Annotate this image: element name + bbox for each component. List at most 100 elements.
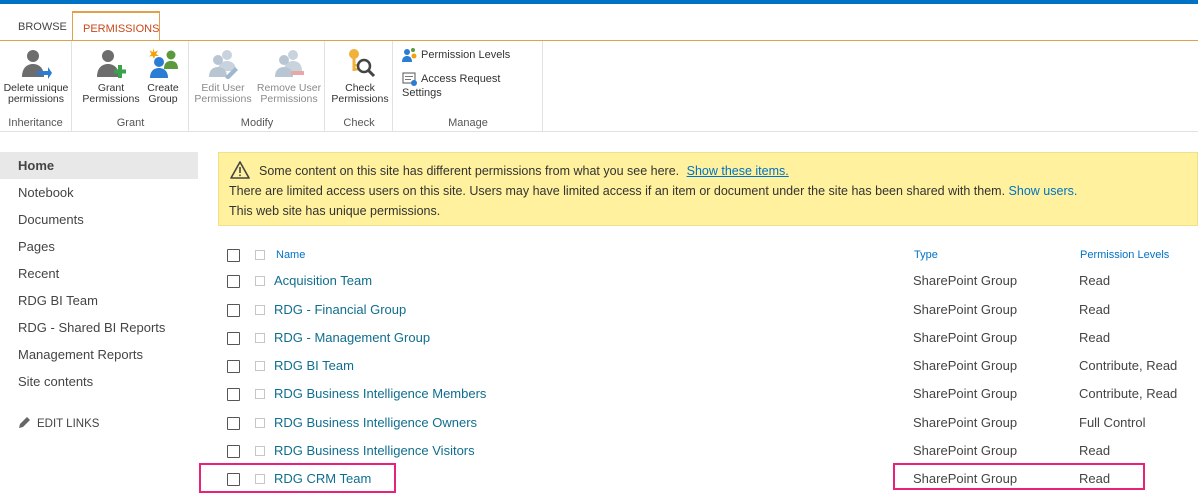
nav-item-home[interactable]: Home — [0, 152, 198, 179]
check-permissions-button[interactable]: Check Permissions — [329, 47, 391, 105]
edit-user-permissions-button[interactable]: Edit User Permissions — [194, 47, 252, 105]
permission-levels-button[interactable]: Permission Levels — [402, 47, 510, 63]
edit-user-label-2: Permissions — [194, 93, 252, 105]
table-header: Name Type Permission Levels — [218, 244, 1198, 266]
nav-item-rdg-shared-bi-reports[interactable]: RDG - Shared BI Reports — [0, 314, 198, 341]
row-checkbox[interactable] — [227, 388, 240, 401]
delete-unique-label-2: permissions — [7, 93, 65, 105]
ribbon-group-inheritance: Delete unique permissions Inheritance — [0, 41, 72, 131]
group-label-modify: Modify — [240, 117, 274, 129]
group-label-manage: Manage — [448, 117, 488, 129]
show-users-link[interactable]: Show users. — [1009, 184, 1078, 198]
banner-line-2-text: There are limited access users on this s… — [229, 184, 1006, 198]
group-type: SharePoint Group — [913, 471, 1018, 486]
row-checkbox[interactable] — [227, 275, 240, 288]
row-checkbox[interactable] — [227, 304, 240, 317]
row-item-checkbox[interactable] — [255, 474, 265, 484]
group-name-link[interactable]: RDG BI Team — [274, 358, 354, 373]
table-row: RDG BI Team SharePoint Group Contribute,… — [218, 351, 1198, 379]
create-label-2: Group — [148, 93, 178, 105]
group-name-link[interactable]: RDG CRM Team — [274, 471, 371, 486]
table-row: RDG - Management Group SharePoint Group … — [218, 323, 1198, 351]
access-request-settings-icon — [402, 72, 417, 86]
table-row: RDG Business Intelligence Visitors Share… — [218, 436, 1198, 464]
row-checkbox[interactable] — [227, 417, 240, 430]
delete-unique-permissions-button[interactable]: Delete unique permissions — [2, 47, 70, 105]
column-header-permission-levels[interactable]: Permission Levels — [1080, 249, 1169, 261]
table-row: RDG Business Intelligence Owners SharePo… — [218, 408, 1198, 436]
banner-line-1: Some content on this site has different … — [259, 164, 789, 178]
group-name-link[interactable]: RDG Business Intelligence Owners — [274, 415, 477, 430]
row-item-checkbox[interactable] — [255, 333, 265, 343]
group-name-link[interactable]: RDG Business Intelligence Members — [274, 386, 486, 401]
row-item-checkbox[interactable] — [255, 361, 265, 371]
header-item-checkbox[interactable] — [255, 250, 265, 260]
nav-item-site-contents[interactable]: Site contents — [0, 368, 198, 395]
column-header-name[interactable]: Name — [276, 249, 305, 261]
show-these-items-link[interactable]: Show these items. — [687, 164, 789, 178]
grant-permissions-button[interactable]: Grant Permissions — [81, 47, 141, 105]
nav-item-rdg-bi-team[interactable]: RDG BI Team — [0, 287, 198, 314]
row-item-checkbox[interactable] — [255, 389, 265, 399]
nav-item-documents[interactable]: Documents — [0, 206, 198, 233]
select-all-checkbox[interactable] — [227, 249, 240, 262]
banner-line-1-text: Some content on this site has different … — [259, 164, 680, 178]
remove-user-permissions-icon — [275, 50, 304, 77]
edit-links-button[interactable]: EDIT LINKS — [18, 416, 99, 430]
nav-item-notebook[interactable]: Notebook — [0, 179, 198, 206]
tab-browse[interactable]: BROWSE — [8, 11, 77, 41]
grant-label-2: Permissions — [82, 93, 140, 105]
nav-item-recent[interactable]: Recent — [0, 260, 198, 287]
group-permission: Read — [1079, 330, 1111, 345]
group-permission: Read — [1079, 273, 1111, 288]
delete-permissions-icon — [22, 50, 52, 79]
group-type: SharePoint Group — [913, 386, 1018, 401]
group-permission: Full Control — [1079, 415, 1146, 430]
access-request-settings-button[interactable]: Access Request Settings — [402, 71, 542, 99]
permissions-warning-banner: Some content on this site has different … — [218, 152, 1198, 226]
group-name-link[interactable]: RDG Business Intelligence Visitors — [274, 443, 475, 458]
group-name-link[interactable]: Acquisition Team — [274, 273, 372, 288]
table-row: Acquisition Team SharePoint Group Read — [218, 266, 1198, 294]
ribbon-group-check: Check Permissions Check — [326, 41, 393, 131]
column-header-type[interactable]: Type — [914, 249, 938, 261]
row-item-checkbox[interactable] — [255, 276, 265, 286]
group-permission: Contribute, Read — [1079, 358, 1178, 373]
row-checkbox[interactable] — [227, 473, 240, 486]
table-row: RDG Business Intelligence Members ShareP… — [218, 379, 1198, 407]
grant-permissions-icon — [97, 50, 126, 78]
create-group-button[interactable]: Create Group — [141, 47, 185, 105]
group-type: SharePoint Group — [913, 273, 1018, 288]
ribbon-tabs: BROWSE PERMISSIONS — [0, 11, 1198, 41]
permission-levels-label: Permission Levels — [421, 48, 511, 61]
remove-user-permissions-button[interactable]: Remove User Permissions — [254, 47, 324, 105]
suite-bar — [0, 0, 1198, 4]
row-checkbox[interactable] — [227, 360, 240, 373]
group-name-link[interactable]: RDG - Management Group — [274, 330, 430, 345]
row-item-checkbox[interactable] — [255, 446, 265, 456]
ribbon-bottom-border — [0, 131, 1198, 132]
edit-links-label: EDIT LINKS — [37, 418, 100, 430]
banner-line-3: This web site has unique permissions. — [229, 204, 441, 218]
row-item-checkbox[interactable] — [255, 418, 265, 428]
group-label-grant: Grant — [116, 117, 145, 129]
group-name-link[interactable]: RDG - Financial Group — [274, 302, 406, 317]
group-permission: Read — [1079, 443, 1111, 458]
left-navigation: Home Notebook Documents Pages Recent RDG… — [0, 152, 198, 395]
group-label-inheritance: Inheritance — [8, 117, 63, 129]
nav-item-management-reports[interactable]: Management Reports — [0, 341, 198, 368]
group-type: SharePoint Group — [913, 358, 1018, 373]
create-group-icon — [149, 48, 178, 78]
group-permission: Read — [1079, 302, 1111, 317]
table-row: RDG - Financial Group SharePoint Group R… — [218, 295, 1198, 323]
row-item-checkbox[interactable] — [255, 305, 265, 315]
group-type: SharePoint Group — [913, 415, 1018, 430]
pencil-icon — [19, 417, 30, 428]
row-checkbox[interactable] — [227, 332, 240, 345]
group-permission: Contribute, Read — [1079, 386, 1178, 401]
tab-permissions[interactable]: PERMISSIONS — [72, 11, 160, 41]
group-label-check: Check — [343, 117, 375, 129]
nav-item-pages[interactable]: Pages — [0, 233, 198, 260]
row-checkbox[interactable] — [227, 445, 240, 458]
edit-user-permissions-icon — [209, 50, 238, 79]
